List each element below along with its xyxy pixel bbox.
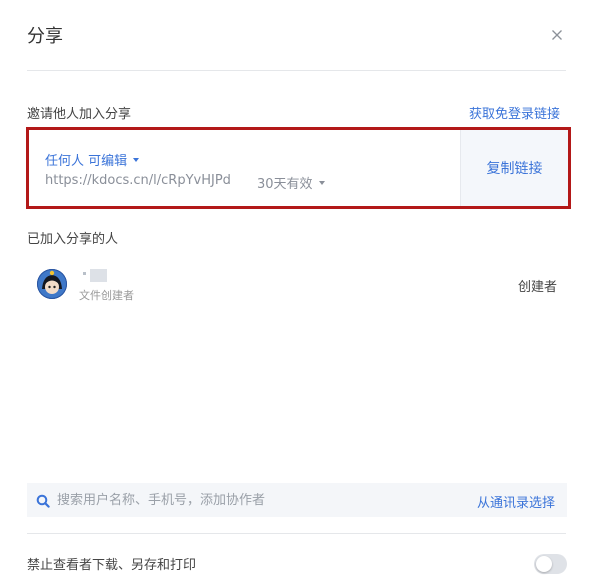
caret-down-icon xyxy=(133,157,140,162)
copy-link-button[interactable]: 复制链接 xyxy=(460,130,568,206)
free-login-link[interactable]: 获取免登录链接 xyxy=(469,103,560,122)
header-divider xyxy=(27,70,566,71)
disable-download-label: 禁止查看者下载、另存和打印 xyxy=(27,558,197,573)
close-icon[interactable] xyxy=(549,27,565,43)
expire-dropdown[interactable]: 30天有效 xyxy=(257,173,325,192)
share-dialog: 分享 邀请他人加入分享 获取免登录链接 任何人 可编辑 https://kdoc… xyxy=(0,0,593,586)
disable-download-toggle[interactable] xyxy=(534,554,567,574)
member-role: 创建者 xyxy=(517,280,557,295)
search-icon xyxy=(36,493,50,508)
share-url: https://kdocs.cn/l/cRpYvHJPd xyxy=(45,173,231,188)
contacts-link[interactable]: 从通讯录选择 xyxy=(477,492,555,511)
member-name-redacted xyxy=(83,268,107,282)
member-role-subtitle: 文件创建者 xyxy=(79,289,134,302)
members-label: 已加入分享的人 xyxy=(27,232,119,247)
toggle-knob xyxy=(536,556,552,572)
dialog-title: 分享 xyxy=(27,26,63,47)
footer-divider xyxy=(27,533,566,534)
permission-label: 任何人 可编辑 xyxy=(45,154,128,169)
add-collaborator-search: 从通讯录选择 xyxy=(27,483,567,517)
avatar xyxy=(37,269,67,299)
member-row: 文件创建者 创建者 xyxy=(37,266,567,306)
expire-label: 30天有效 xyxy=(257,177,313,192)
share-link-box: 任何人 可编辑 https://kdocs.cn/l/cRpYvHJPd 30天… xyxy=(26,127,571,209)
search-input[interactable] xyxy=(57,483,457,517)
caret-down-icon xyxy=(318,180,325,185)
invite-label: 邀请他人加入分享 xyxy=(27,107,132,122)
permission-dropdown[interactable]: 任何人 可编辑 xyxy=(45,150,140,169)
